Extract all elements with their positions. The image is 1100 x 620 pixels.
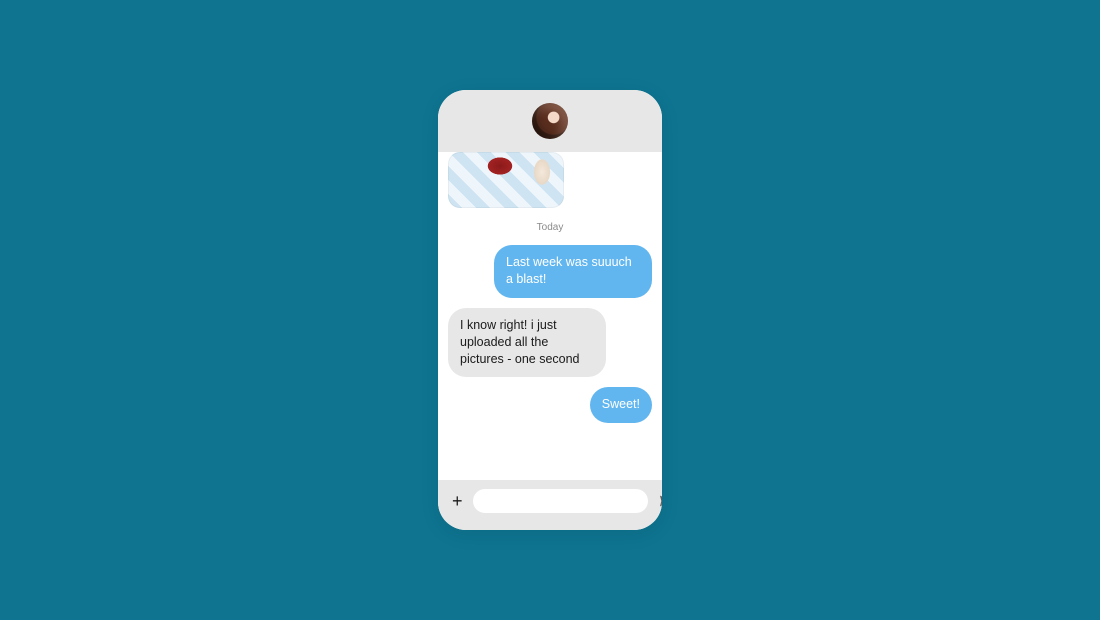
sent-message-bubble[interactable]: Sweet! <box>590 387 652 423</box>
photo-attachment[interactable] <box>448 152 564 208</box>
sent-message-bubble[interactable]: Last week was suuuch a blast! <box>494 245 652 298</box>
message-input[interactable] <box>473 489 648 513</box>
chat-phone-frame: Today Last week was suuuch a blast! I kn… <box>438 90 662 530</box>
send-button[interactable] <box>658 492 662 510</box>
message-row: Last week was suuuch a blast! <box>448 245 652 298</box>
chat-header <box>438 90 662 152</box>
message-row: Sweet! <box>448 387 652 423</box>
message-list[interactable]: Today Last week was suuuch a blast! I kn… <box>438 152 662 480</box>
composer-bar: + <box>438 480 662 530</box>
message-row: I know right! i just uploaded all the pi… <box>448 308 652 378</box>
add-attachment-button[interactable]: + <box>452 492 463 510</box>
send-icon <box>658 493 662 509</box>
contact-avatar[interactable] <box>532 103 568 139</box>
plus-icon: + <box>452 492 463 510</box>
date-divider: Today <box>448 222 652 233</box>
received-message-bubble[interactable]: I know right! i just uploaded all the pi… <box>448 308 606 378</box>
